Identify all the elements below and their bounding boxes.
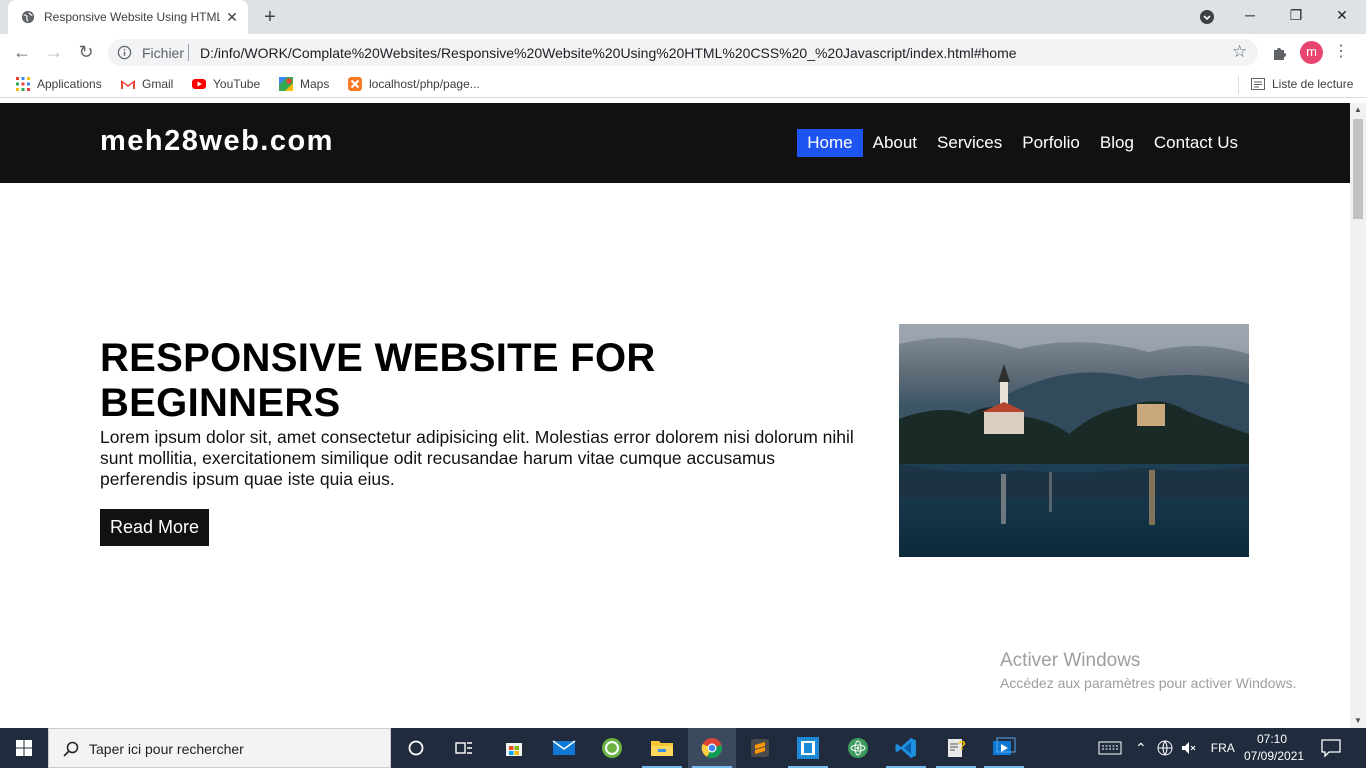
extensions-icon[interactable] xyxy=(1270,42,1290,62)
nav-portfolio[interactable]: Porfolio xyxy=(1012,129,1090,157)
reading-list-label: Liste de lecture xyxy=(1272,77,1354,91)
tab-title: Responsive Website Using HTML xyxy=(44,10,220,24)
scroll-down-icon[interactable]: ▼ xyxy=(1350,714,1366,728)
media-player-icon[interactable] xyxy=(980,728,1028,768)
url-text[interactable]: D:/info/WORK/Complate%20Websites/Respons… xyxy=(200,45,1017,61)
page-scrollbar[interactable]: ▲ ▼ xyxy=(1350,103,1366,728)
language-indicator[interactable]: FRA xyxy=(1211,741,1235,755)
notifications-icon[interactable] xyxy=(1320,738,1342,758)
new-tab-icon[interactable]: + xyxy=(260,7,280,27)
browser-toolbar: ← → ↻ Fichier D:/info/WORK/Complate%20We… xyxy=(0,34,1366,70)
task-view-icon[interactable] xyxy=(440,728,488,768)
bookmark-label: Applications xyxy=(37,77,102,91)
system-tray: ⌃ FRA xyxy=(1098,728,1235,768)
microsoft-store-icon[interactable] xyxy=(490,728,538,768)
clock-date: 07/09/2021 xyxy=(1244,749,1305,763)
bookmark-applications[interactable]: Applications xyxy=(15,76,102,92)
xampp-icon xyxy=(348,77,362,91)
network-icon[interactable] xyxy=(1157,740,1173,756)
android-studio-icon[interactable] xyxy=(588,728,636,768)
bookmarks-divider xyxy=(1238,76,1239,94)
apps-grid-icon xyxy=(16,77,30,91)
windows-taskbar: Taper ici pour rechercher ? ⌃ FRA 07:10 … xyxy=(0,728,1366,768)
bookmark-localhost[interactable]: localhost/php/page... xyxy=(347,76,480,92)
nav-services[interactable]: Services xyxy=(927,129,1012,157)
atom-icon[interactable] xyxy=(834,728,882,768)
address-bar[interactable]: Fichier D:/info/WORK/Complate%20Websites… xyxy=(108,39,1258,66)
hero-text: Lorem ipsum dolor sit, amet consectetur … xyxy=(100,427,854,489)
tab-close-icon[interactable]: ✕ xyxy=(224,9,240,25)
notepad-help-icon[interactable]: ? xyxy=(932,728,980,768)
site-nav: Home About Services Porfolio Blog Contac… xyxy=(797,129,1248,157)
restore-icon[interactable]: ❐ xyxy=(1273,0,1319,30)
file-scheme-label: Fichier xyxy=(142,45,185,61)
clock-time: 07:10 xyxy=(1256,732,1288,746)
bookmark-gmail[interactable]: Gmail xyxy=(120,76,173,92)
windows-start-icon[interactable] xyxy=(0,728,48,768)
info-icon[interactable] xyxy=(117,45,132,60)
profile-avatar[interactable]: m xyxy=(1300,41,1323,64)
address-divider xyxy=(188,44,189,61)
keyboard-icon[interactable] xyxy=(1098,740,1122,756)
forward-icon[interactable]: → xyxy=(44,42,64,62)
bookmark-label: localhost/php/page... xyxy=(369,77,480,91)
activation-subtitle: Accédez aux paramètres pour activer Wind… xyxy=(1000,675,1297,691)
bookmark-maps[interactable]: Maps xyxy=(278,76,329,92)
cortana-icon[interactable] xyxy=(392,728,440,768)
page-viewport: meh28web.com Home About Services Porfoli… xyxy=(0,103,1350,728)
search-placeholder: Taper ici pour rechercher xyxy=(89,741,244,757)
tab-search-icon[interactable] xyxy=(1199,9,1215,25)
browser-tab-strip: Responsive Website Using HTML ✕ + ─ ❐ ✕ xyxy=(0,0,1366,34)
youtube-icon xyxy=(192,79,206,89)
read-more-button[interactable]: Read More xyxy=(100,509,209,546)
globe-icon xyxy=(21,10,35,24)
tray-overflow-icon[interactable]: ⌃ xyxy=(1135,740,1147,757)
bookmark-label: Gmail xyxy=(142,77,174,91)
mail-icon[interactable] xyxy=(540,728,588,768)
nav-blog[interactable]: Blog xyxy=(1090,129,1144,157)
taskbar-clock[interactable]: 07:10 07/09/2021 xyxy=(1244,731,1305,765)
chrome-menu-icon[interactable]: ⋮ xyxy=(1333,42,1349,62)
hero-image-lake-castle xyxy=(899,324,1249,557)
sublime-text-icon[interactable] xyxy=(736,728,784,768)
search-icon xyxy=(63,741,79,757)
site-header: meh28web.com Home About Services Porfoli… xyxy=(0,103,1350,183)
nav-contact[interactable]: Contact Us xyxy=(1144,129,1248,157)
chrome-taskbar-icon[interactable] xyxy=(688,728,736,768)
scroll-thumb[interactable] xyxy=(1353,119,1363,219)
bookmarks-bar: Applications Gmail YouTube Maps localhos… xyxy=(0,70,1366,98)
reading-list-icon xyxy=(1251,78,1265,90)
bookmark-youtube[interactable]: YouTube xyxy=(191,76,260,92)
back-icon[interactable]: ← xyxy=(12,42,32,62)
activation-title: Activer Windows xyxy=(1000,650,1141,671)
taskbar-search-box[interactable]: Taper ici pour rechercher xyxy=(48,728,391,768)
window-close-icon[interactable]: ✕ xyxy=(1319,0,1365,30)
volume-muted-icon[interactable] xyxy=(1181,740,1197,756)
minimize-icon[interactable]: ─ xyxy=(1227,0,1273,30)
reading-list-button[interactable]: Liste de lecture xyxy=(1250,76,1353,92)
scroll-up-icon[interactable]: ▲ xyxy=(1350,103,1366,117)
gmail-icon xyxy=(121,80,135,89)
file-explorer-icon[interactable] xyxy=(638,728,686,768)
bookmark-label: Maps xyxy=(300,77,330,91)
nav-home[interactable]: Home xyxy=(797,129,863,157)
maps-icon xyxy=(279,77,293,91)
bookmark-star-icon[interactable]: ☆ xyxy=(1232,42,1247,62)
reload-icon[interactable]: ↻ xyxy=(76,42,96,62)
nav-about[interactable]: About xyxy=(863,129,927,157)
svg-text:?: ? xyxy=(958,738,966,753)
browser-tab[interactable]: Responsive Website Using HTML ✕ xyxy=(8,0,248,34)
hero-title: RESPONSIVE WEBSITE FOR BEGINNERS xyxy=(100,336,656,425)
windows-activation-watermark: Activer Windows Accédez aux paramètres p… xyxy=(1000,650,1296,691)
vscode-icon[interactable] xyxy=(882,728,930,768)
bookmark-label: YouTube xyxy=(213,77,261,91)
app-frame-icon[interactable] xyxy=(784,728,832,768)
site-logo[interactable]: meh28web.com xyxy=(100,125,334,158)
